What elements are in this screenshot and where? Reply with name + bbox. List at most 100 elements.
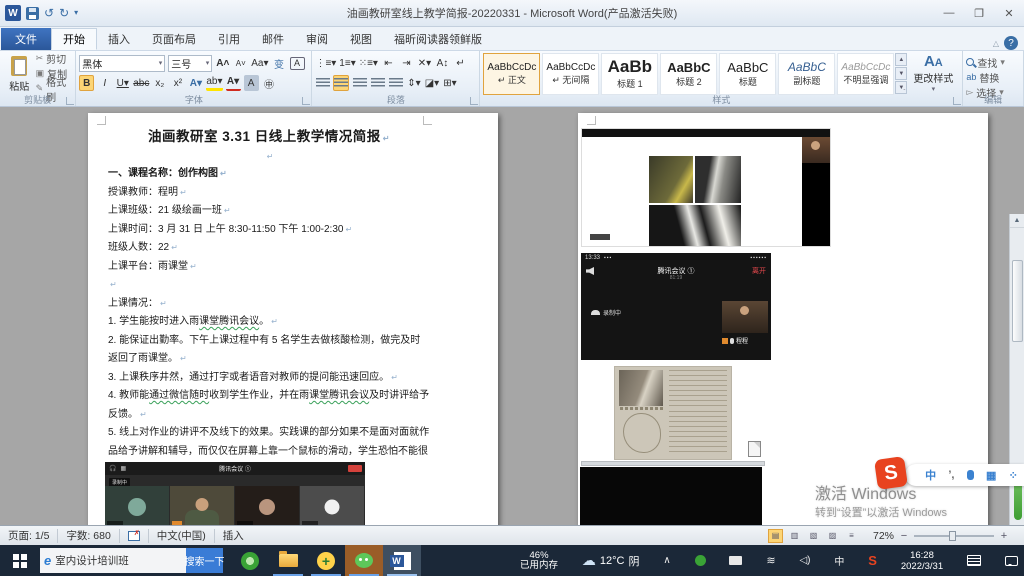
borders-button[interactable]: ⊞▾ <box>442 75 457 91</box>
redo-icon[interactable]: ↻ <box>59 7 69 19</box>
enclose-characters-button[interactable]: ㊥ <box>262 75 277 91</box>
taskbar-app-browser360[interactable] <box>231 545 269 576</box>
scrollbar-thumb[interactable] <box>1012 260 1023 342</box>
style-item-标题[interactable]: AaBbC标题 <box>719 53 776 95</box>
taskbar-search-input[interactable]: e 室内设计培训班 <box>40 548 186 573</box>
document-page-1[interactable]: 油画教研室 3.31 日线上教学情况简报一、课程名称：创作构图授课教师：程明上课… <box>88 113 498 525</box>
punctuation-icon[interactable]: ’, <box>948 469 954 481</box>
taskbar-app-wechat[interactable] <box>345 545 383 576</box>
taskbar-app-word[interactable] <box>383 545 421 576</box>
word-count[interactable]: 字数: 680 <box>58 529 119 543</box>
style-item-不明显强调[interactable]: AaBbCcDc不明显强调 <box>837 53 894 95</box>
grow-font-button[interactable]: A˄ <box>215 55 230 71</box>
styles-gallery-scroll[interactable]: ▲▼▼̱ <box>895 53 907 94</box>
volume-icon[interactable]: ◁) <box>799 555 810 566</box>
paragraph-dialog-launcher[interactable] <box>470 97 478 105</box>
tab-邮件[interactable]: 邮件 <box>251 28 295 50</box>
numbering-button[interactable]: 1≡▾ <box>339 55 355 71</box>
sogou-logo-icon[interactable]: S <box>874 456 908 490</box>
proofing-status[interactable] <box>120 529 149 543</box>
distribute-button[interactable] <box>388 75 403 91</box>
zoom-in-button[interactable]: + <box>998 530 1010 542</box>
tab-开始[interactable]: 开始 <box>51 28 97 50</box>
multilevel-list-button[interactable]: ⁙≡▾ <box>359 55 378 71</box>
ime-mode-icon[interactable]: 中 <box>925 467 936 483</box>
search-go-button[interactable]: 搜索一下 <box>186 548 223 573</box>
scrollbar-up-icon[interactable]: ▲ <box>1010 214 1024 228</box>
web-layout-view-button[interactable]: ▧ <box>806 529 821 543</box>
taskbar-app-explorer[interactable] <box>269 545 307 576</box>
undo-icon[interactable]: ↺ <box>44 7 54 19</box>
ime-indicator[interactable]: 中 <box>834 553 844 568</box>
character-shading-button[interactable]: A <box>244 75 259 91</box>
tab-页面布局[interactable]: 页面布局 <box>141 28 207 50</box>
minimize-button[interactable]: — <box>934 3 964 23</box>
soft-keyboard-icon[interactable]: ▦ <box>986 469 996 482</box>
font-name-select[interactable]: 黑体▾ <box>79 55 165 72</box>
italic-button[interactable]: I <box>97 75 112 91</box>
decrease-indent-button[interactable]: ⇤ <box>381 55 396 71</box>
wifi-icon[interactable]: ≋ <box>766 554 775 567</box>
language-indicator[interactable]: 中文(中国) <box>149 529 215 543</box>
align-center-button[interactable] <box>333 75 349 91</box>
increase-indent-button[interactable]: ⇥ <box>399 55 414 71</box>
phonetic-guide-icon[interactable]: 变 <box>272 55 287 71</box>
change-case-button[interactable]: Aa▾ <box>251 55 268 71</box>
justify-button[interactable] <box>370 75 385 91</box>
tab-插入[interactable]: 插入 <box>97 28 141 50</box>
tab-审阅[interactable]: 审阅 <box>295 28 339 50</box>
style-item-标题1[interactable]: AaBb标题 1 <box>601 53 658 95</box>
shrink-font-button[interactable]: A˅ <box>233 55 248 71</box>
taskbar-app-utility[interactable]: + <box>307 545 345 576</box>
find-button[interactable]: 查找▾ <box>966 56 1020 69</box>
tray-green-app-icon[interactable] <box>695 555 706 566</box>
print-layout-view-button[interactable]: ▤ <box>768 529 783 543</box>
text-effects-button[interactable]: A▾ <box>188 75 203 91</box>
strikethrough-button[interactable]: abc <box>133 75 149 91</box>
bullets-button[interactable]: ⋮≡▾ <box>315 55 336 71</box>
draft-view-button[interactable]: ≡ <box>844 529 859 543</box>
tray-card-icon[interactable] <box>729 556 742 565</box>
character-border-icon[interactable]: A <box>290 57 305 70</box>
show-marks-button[interactable]: ↵ <box>453 55 468 71</box>
bold-button[interactable]: B <box>79 75 94 91</box>
change-styles-button[interactable]: AA 更改样式 ▾ <box>907 52 959 96</box>
mic-icon[interactable] <box>967 470 974 480</box>
weather-widget[interactable]: ☁ 12°C 阴 <box>582 552 640 569</box>
font-size-select[interactable]: 三号▾ <box>168 55 212 72</box>
replace-button[interactable]: ab替换 <box>966 71 1020 84</box>
font-dialog-launcher[interactable] <box>302 97 310 105</box>
align-left-button[interactable] <box>315 75 330 91</box>
style-item-正文[interactable]: AaBbCcDc↵ 正文 <box>483 53 540 95</box>
zoom-level[interactable]: 72% <box>873 530 894 542</box>
font-color-button[interactable]: A▾ <box>226 75 241 91</box>
ime-toolbar[interactable]: 中 ’, ▦ ⁘ <box>905 464 1024 486</box>
fullscreen-view-button[interactable]: ▥ <box>787 529 802 543</box>
notification-center-icon[interactable] <box>1005 556 1018 566</box>
superscript-button[interactable]: x² <box>170 75 185 91</box>
page-indicator[interactable]: 页面: 1/5 <box>0 529 58 543</box>
style-item-标题2[interactable]: AaBbC标题 2 <box>660 53 717 95</box>
outline-view-button[interactable]: ▨ <box>825 529 840 543</box>
ime-menu-icon[interactable]: ⁘ <box>1009 469 1018 482</box>
sort-button[interactable]: A↕ <box>435 55 450 71</box>
clipboard-dialog-launcher[interactable] <box>66 97 74 105</box>
style-item-无间隔[interactable]: AaBbCcDc↵ 无间隔 <box>542 53 599 95</box>
qat-dropdown-icon[interactable]: ▾ <box>74 7 78 19</box>
styles-dialog-launcher[interactable] <box>953 97 961 105</box>
highlight-color-button[interactable]: ab▾ <box>206 75 222 91</box>
paste-button[interactable]: 粘贴 <box>3 53 36 95</box>
line-spacing-button[interactable]: ⇕▾ <box>406 75 421 91</box>
tab-福昕阅读器领鲜版[interactable]: 福昕阅读器领鲜版 <box>383 28 493 50</box>
taskbar-clock[interactable]: 16:28 2022/3/31 <box>901 550 943 572</box>
zoom-slider[interactable] <box>914 535 994 537</box>
collapse-ribbon-icon[interactable]: △ <box>993 39 999 48</box>
file-tab[interactable]: 文件 <box>1 28 51 50</box>
underline-button[interactable]: U▾ <box>115 75 130 91</box>
save-icon[interactable] <box>26 7 39 20</box>
tray-expand-icon[interactable]: ∧ <box>663 555 670 566</box>
tab-引用[interactable]: 引用 <box>207 28 251 50</box>
message-list-icon[interactable] <box>967 555 981 566</box>
align-right-button[interactable] <box>352 75 367 91</box>
asian-layout-button[interactable]: ✕▾ <box>417 55 432 71</box>
